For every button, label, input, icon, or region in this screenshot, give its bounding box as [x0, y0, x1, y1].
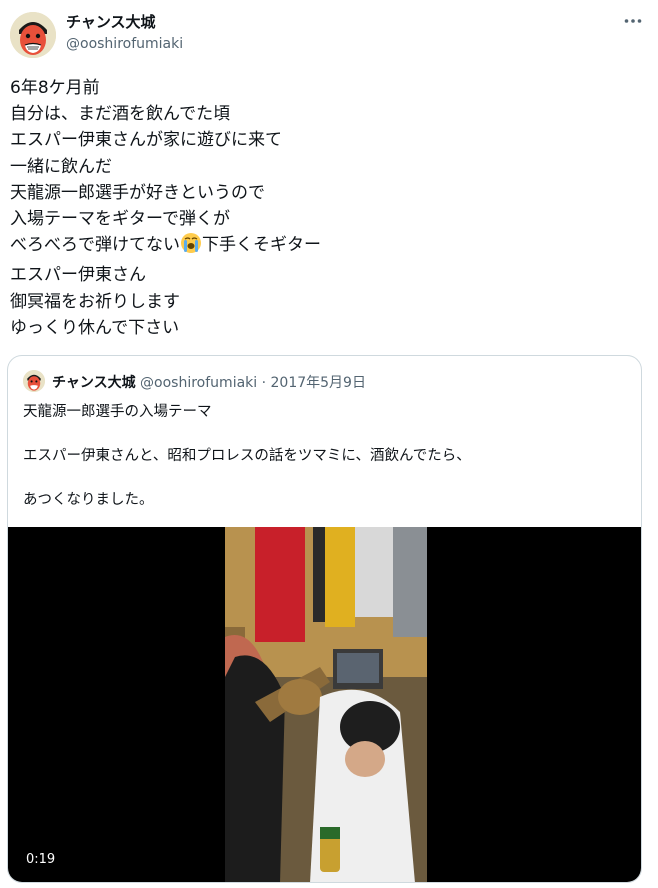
video-player[interactable]: 0:19 — [8, 527, 641, 882]
tweet-text: 6年8ケ月前 自分は、まだ酒を飲んでた頃 エスパー伊東さんが家に遊びに来て 一緒… — [10, 75, 630, 341]
tweet-line: 御冥福をお祈りします — [10, 291, 180, 312]
tweet-line-text: 下手くそギター — [202, 235, 321, 256]
tweet-line: 自分は、まだ酒を飲んでた頃 — [10, 104, 231, 125]
tweet-line: 天龍源一郎選手が好きというので — [10, 182, 265, 203]
video-thumbnail[interactable] — [225, 527, 427, 882]
tweet-line: 入場テーマをギターで弾くが — [10, 209, 230, 230]
author-avatar[interactable] — [10, 12, 56, 58]
more-horizontal-icon[interactable] — [622, 10, 644, 32]
quoted-author-handle[interactable]: @ooshirofumiaki — [140, 375, 257, 391]
quoted-tweet-card[interactable]: チャンス大城 @ooshirofumiaki · 2017年5月9日 天龍源一郎… — [7, 355, 642, 883]
author-display-name[interactable]: チャンス大城 — [66, 11, 156, 32]
tweet-line: エスパー伊東さんが家に遊びに来て — [10, 130, 282, 151]
video-duration: 0:19 — [26, 852, 56, 867]
tweet-line: 6年8ケ月前 — [10, 78, 100, 98]
quoted-author-avatar[interactable] — [23, 370, 45, 392]
quoted-tweet-line: エスパー伊東さんと、昭和プロレスの話をツマミに、酒飲んでたら、 — [23, 448, 471, 464]
loudly-crying-face-emoji — [180, 232, 202, 262]
tweet-line: ゆっくり休んで下さい — [10, 317, 180, 338]
tweet-line: エスパー伊東さん — [10, 265, 146, 286]
quoted-tweet-line: 天龍源一郎選手の入場テーマ — [23, 404, 212, 420]
quoted-tweet-header: チャンス大城 @ooshirofumiaki · 2017年5月9日 — [52, 372, 366, 392]
tweet-line-text: べろべろで弾けてない — [10, 235, 180, 256]
quoted-tweet-line: あつくなりました。 — [23, 492, 154, 508]
quoted-author-name[interactable]: チャンス大城 — [52, 375, 136, 391]
tweet-line: べろべろで弾けてない 下手くそギター — [10, 232, 630, 262]
tweet-line: 一緒に飲んだ — [10, 156, 112, 177]
meta-separator: · — [261, 375, 267, 391]
quoted-tweet-date[interactable]: 2017年5月9日 — [271, 375, 366, 391]
author-handle[interactable]: @ooshirofumiaki — [66, 36, 183, 52]
